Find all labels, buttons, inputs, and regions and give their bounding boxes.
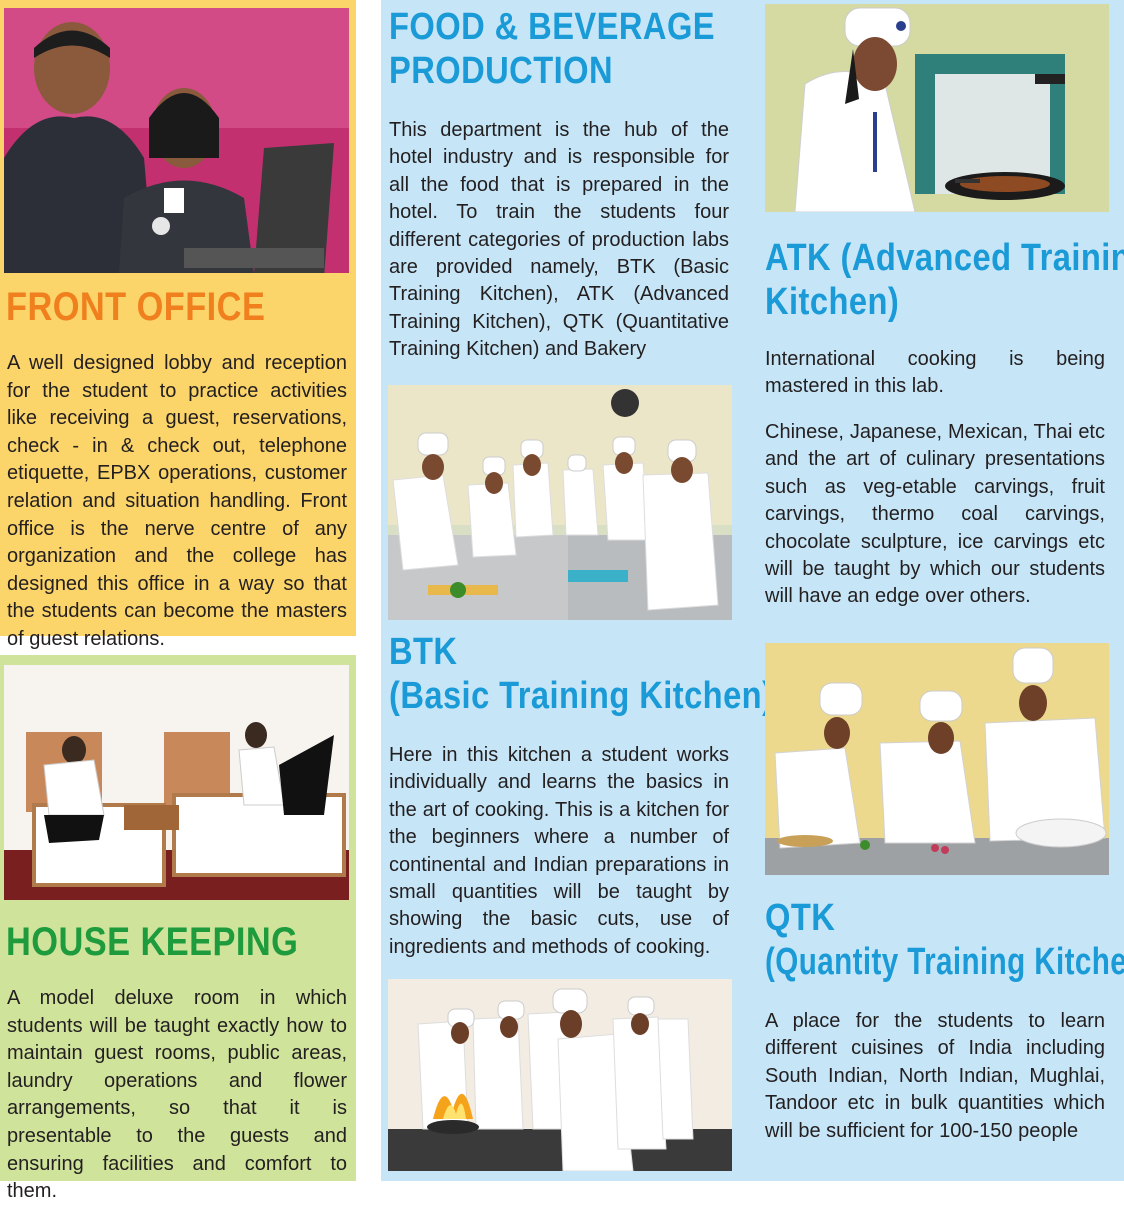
food-beverage-heading-line2: PRODUCTION: [389, 50, 613, 92]
chef-frying-photo: [765, 4, 1109, 212]
food-beverage-description: This department is the hub of the hotel …: [389, 119, 729, 361]
chefs-chopping-photo: [765, 643, 1109, 875]
office-reception-photo: [4, 8, 349, 273]
front-office-heading: FRONT OFFICE: [6, 285, 266, 329]
house-keeping-description: A model deluxe room in which students wi…: [7, 987, 347, 1203]
food-beverage-heading-line1: FOOD & BEVERAGE: [389, 6, 716, 48]
front-office-description: A well designed lobby and reception for …: [7, 352, 347, 650]
atk-description-details: Chinese, Japanese, Mexican, Thai etc and…: [765, 421, 1105, 608]
qtk-heading-line2: (Quantity Training Kitchen): [765, 941, 1124, 983]
atk-description-intro: International cooking is being mastered …: [765, 348, 1105, 398]
qtk-description: A place for the students to learn differ…: [765, 1010, 1105, 1142]
hotel-room-photo: [4, 665, 349, 900]
house-keeping-section: HOUSE KEEPING A model deluxe room in whi…: [0, 655, 356, 1202]
btk-heading-line2: (Basic Training Kitchen): [389, 675, 774, 717]
btk-description: Here in this kitchen a student works ind…: [389, 744, 729, 958]
atk-heading-line1: ATK (Advanced Training: [765, 237, 1124, 279]
atk-heading-line2: Kitchen): [765, 281, 900, 323]
house-keeping-heading: HOUSE KEEPING: [6, 920, 299, 964]
front-office-section: FRONT OFFICE A well designed lobby and r…: [0, 0, 356, 650]
btk-heading-line1: BTK: [389, 631, 458, 673]
kitchen-group-photo: [388, 385, 732, 620]
qtk-heading-line1: QTK: [765, 897, 836, 939]
cooking-flame-photo: [388, 979, 732, 1171]
food-beverage-section: FOOD & BEVERAGE PRODUCTION This departme…: [381, 0, 1124, 1181]
